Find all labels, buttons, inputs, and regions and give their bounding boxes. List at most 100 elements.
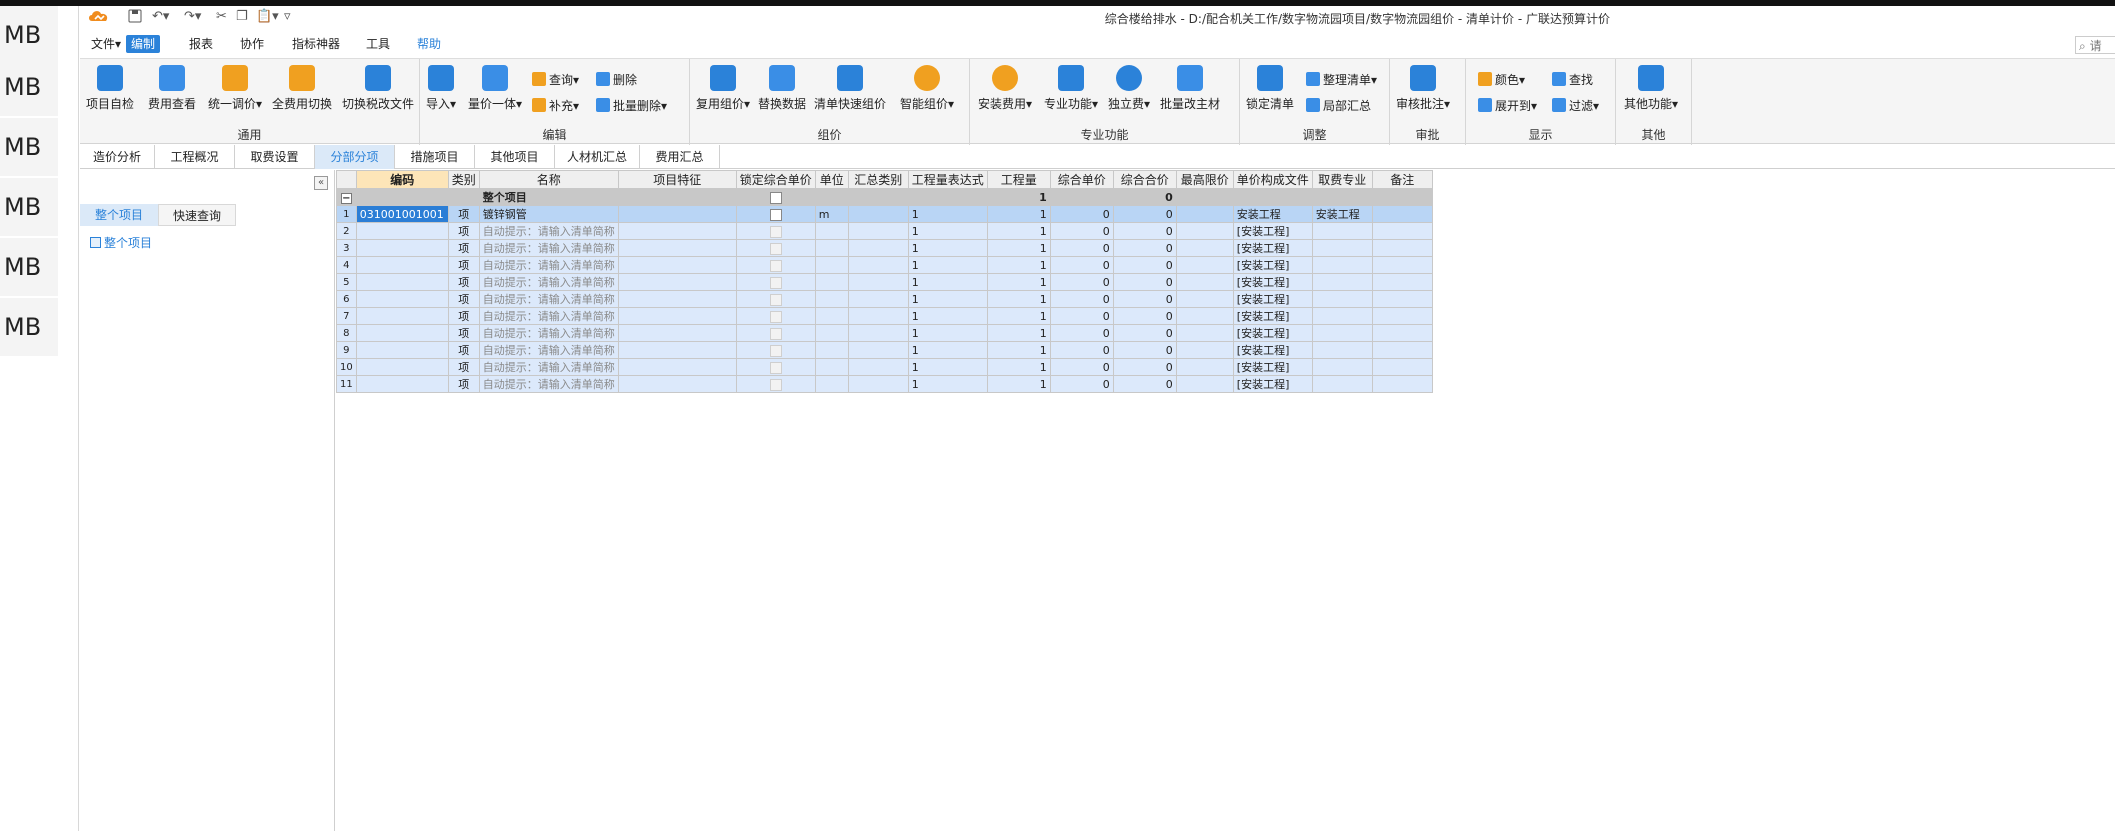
lock-cell[interactable] [735, 273, 816, 291]
unit-cell[interactable] [814, 239, 849, 257]
cell[interactable] [814, 188, 849, 206]
row-number[interactable]: 10 [336, 358, 357, 376]
cell[interactable] [617, 188, 737, 206]
cell[interactable] [447, 188, 480, 206]
col-header-price-file[interactable]: 单价构成文件 [1232, 170, 1313, 189]
feature-cell[interactable] [617, 324, 737, 342]
remarks-cell[interactable] [1371, 256, 1433, 274]
total-price-cell[interactable]: 0 [1112, 273, 1177, 291]
cell[interactable] [847, 188, 909, 206]
quantity-cell[interactable]: 1 [986, 256, 1051, 274]
col-header-unit[interactable]: 单位 [814, 170, 849, 189]
unit-price-cell[interactable]: 0 [1049, 239, 1114, 257]
unit-cell[interactable] [814, 341, 849, 359]
lock-list-button[interactable]: 锁定清单 [1246, 65, 1294, 112]
quantity-expr-cell[interactable]: 1 [907, 290, 988, 308]
price-file-cell[interactable]: [安装工程] [1232, 307, 1313, 325]
type-cell[interactable]: 项 [447, 273, 480, 291]
tab-fee-summary[interactable]: 费用汇总 [640, 145, 720, 169]
feature-cell[interactable] [617, 358, 737, 376]
lock-checkbox[interactable] [769, 259, 782, 272]
total-price-cell[interactable]: 0 [1112, 239, 1177, 257]
price-file-cell[interactable]: [安装工程] [1232, 290, 1313, 308]
row-number[interactable]: 6 [336, 290, 357, 308]
name-cell[interactable]: 自动提示：请输入清单简称 [478, 307, 619, 325]
partial-summary-button[interactable]: 局部汇总 [1306, 97, 1371, 115]
total-price-cell[interactable]: 0 [1112, 358, 1177, 376]
unit-cell[interactable] [814, 290, 849, 308]
cell[interactable] [1232, 188, 1313, 206]
remarks-cell[interactable] [1371, 358, 1433, 376]
quantity-cell[interactable]: 1 [986, 375, 1051, 393]
col-header-lock-price[interactable]: 锁定综合单价 [735, 170, 816, 189]
quantity-expr-cell[interactable]: 1 [907, 239, 988, 257]
special-function-button[interactable]: 专业功能▾ [1044, 65, 1098, 112]
price-file-cell[interactable]: [安装工程] [1232, 256, 1313, 274]
quantity-price-button[interactable]: 量价一体▾ [468, 65, 522, 112]
fee-specialty-cell[interactable] [1311, 375, 1373, 393]
summary-total[interactable]: 0 [1112, 188, 1177, 206]
total-price-cell[interactable]: 0 [1112, 290, 1177, 308]
unit-price-cell[interactable]: 0 [1049, 307, 1114, 325]
unit-cell[interactable] [814, 324, 849, 342]
batch-delete-button[interactable]: 批量删除▾ [596, 97, 667, 115]
tab-fee-settings[interactable]: 取费设置 [235, 145, 315, 169]
tax-file-switch-button[interactable]: 切换税改文件 [342, 65, 414, 112]
lock-checkbox[interactable] [769, 378, 782, 391]
max-price-cell[interactable] [1175, 341, 1234, 359]
summary-quantity[interactable]: 1 [986, 188, 1051, 206]
table-row[interactable]: 7 项自动提示：请输入清单简称 1 1 0 0 [安装工程] [336, 307, 1433, 325]
fee-specialty-cell[interactable] [1311, 341, 1373, 359]
max-price-cell[interactable] [1175, 205, 1234, 223]
feature-cell[interactable] [617, 341, 737, 359]
lock-checkbox[interactable] [769, 293, 782, 306]
table-row[interactable]: 1 031001001001 项镀锌钢管 m 1 1 0 0 安装工程 安装工程 [336, 205, 1433, 223]
lock-cell[interactable] [735, 239, 816, 257]
max-price-cell[interactable] [1175, 324, 1234, 342]
unit-cell[interactable] [814, 222, 849, 240]
remarks-cell[interactable] [1371, 205, 1433, 223]
lock-cell[interactable] [735, 205, 816, 223]
feature-cell[interactable] [617, 222, 737, 240]
unit-cell[interactable] [814, 307, 849, 325]
summary-type-cell[interactable] [847, 341, 909, 359]
cell[interactable] [1371, 188, 1433, 206]
unit-price-cell[interactable]: 0 [1049, 324, 1114, 342]
quantity-expr-cell[interactable]: 1 [907, 358, 988, 376]
code-cell[interactable] [355, 324, 449, 342]
unit-cell[interactable] [814, 273, 849, 291]
unit-price-cell[interactable]: 0 [1049, 341, 1114, 359]
table-row[interactable]: 6 项自动提示：请输入清单简称 1 1 0 0 [安装工程] [336, 290, 1433, 308]
lock-cell[interactable] [735, 307, 816, 325]
lock-checkbox[interactable] [769, 327, 782, 340]
col-header-code[interactable]: 编码 [355, 170, 449, 189]
lock-checkbox[interactable] [769, 225, 782, 238]
col-header-type[interactable]: 类别 [447, 170, 480, 189]
menu-tools[interactable]: 工具 [361, 35, 395, 53]
remarks-cell[interactable] [1371, 273, 1433, 291]
quantity-expr-cell[interactable]: 1 [907, 222, 988, 240]
unit-price-cell[interactable]: 0 [1049, 205, 1114, 223]
max-price-cell[interactable] [1175, 256, 1234, 274]
tab-cost-analysis[interactable]: 造价分析 [80, 145, 155, 169]
menu-indicator[interactable]: 指标神器 [287, 35, 345, 53]
menu-file[interactable]: 文件▾ [86, 35, 126, 53]
col-header-fee-specialty[interactable]: 取费专业 [1311, 170, 1373, 189]
tree-item-whole-project[interactable]: 整个项目 [90, 234, 152, 251]
code-cell[interactable] [355, 256, 449, 274]
install-fee-button[interactable]: 安装费用▾ [978, 65, 1032, 112]
code-cell[interactable] [355, 273, 449, 291]
summary-type-cell[interactable] [847, 239, 909, 257]
table-row[interactable]: 3 项自动提示：请输入清单简称 1 1 0 0 [安装工程] [336, 239, 1433, 257]
remarks-cell[interactable] [1371, 290, 1433, 308]
batch-material-button[interactable]: 批量改主材 [1160, 65, 1220, 112]
row-number[interactable]: 1 [336, 205, 357, 223]
feature-cell[interactable] [617, 239, 737, 257]
left-tab-quick-query[interactable]: 快速查询 [158, 204, 236, 226]
lock-checkbox[interactable] [769, 344, 782, 357]
fee-specialty-cell[interactable] [1311, 222, 1373, 240]
tab-material-summary[interactable]: 人材机汇总 [555, 145, 640, 169]
code-cell[interactable] [355, 358, 449, 376]
cell[interactable] [1049, 188, 1114, 206]
remarks-cell[interactable] [1371, 341, 1433, 359]
